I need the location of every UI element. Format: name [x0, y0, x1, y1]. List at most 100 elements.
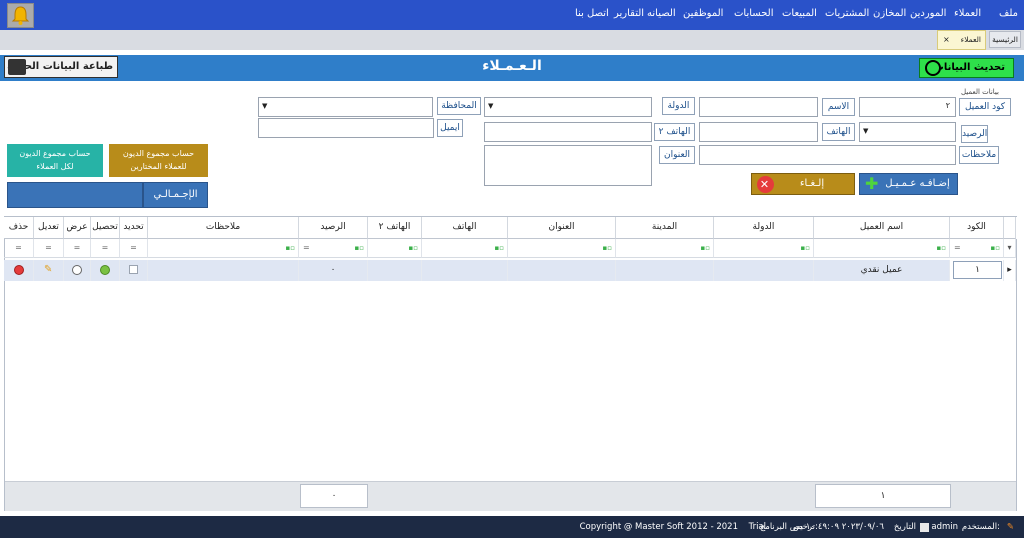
tab-bar [0, 30, 1024, 50]
row-collect-cell [91, 260, 120, 281]
row-code-cell[interactable]: ١ [950, 260, 1004, 281]
collect-icon[interactable] [100, 265, 110, 275]
row-city [616, 260, 714, 281]
menu-contact[interactable]: اتصل بنا [575, 8, 609, 19]
col-collect[interactable]: تحصيل [91, 217, 120, 239]
menu-sales[interactable]: المبيعات [782, 8, 817, 19]
page-title: الـعـمـلاء [482, 58, 542, 74]
filter-code[interactable]: = ▪▫ [950, 239, 1004, 258]
filter-icon: ▪▫ [408, 244, 419, 252]
refresh-clock-icon [925, 60, 941, 76]
close-circle-icon: ✕ [757, 176, 774, 193]
filter-balance[interactable]: = ▪▫ [299, 239, 368, 258]
status-bar: ✎ المستخدم: admin التاريخ ٢٠٢٣/٠٩/٠٦ ١٠:… [0, 516, 1024, 538]
grid-header-row: الكود اسم العميل الدولة المدينة العنوان … [4, 217, 1017, 239]
col-delete[interactable]: حذف [4, 217, 34, 239]
row-phone2 [368, 260, 422, 281]
notes-label: ملاحظات [959, 146, 999, 164]
col-address[interactable]: العنوان [508, 217, 616, 239]
print-button[interactable]: طباعة البيانات الحاليه [4, 56, 118, 78]
menu-purchases[interactable]: المشتريات [825, 8, 869, 19]
address-field[interactable] [484, 145, 652, 186]
filter-phone[interactable]: ▪▫ [422, 239, 508, 258]
menu-accounts[interactable]: الحسابات [734, 8, 774, 19]
all-customers-debt-button[interactable]: حساب مجموع الديون لكل العملاء [7, 144, 103, 177]
email-field[interactable] [258, 118, 434, 138]
filter-country[interactable]: ▪▫ [714, 239, 814, 258]
name-field[interactable] [699, 97, 818, 117]
email-label: ايميل [437, 119, 463, 137]
notes-field[interactable] [699, 145, 956, 165]
cancel-button[interactable]: ✕ إلـغـاء [751, 173, 855, 195]
filter-notes[interactable]: ▪▫ [148, 239, 299, 258]
col-edit[interactable]: تعديل [34, 217, 64, 239]
menu-stores[interactable]: المخازن [873, 8, 906, 19]
close-icon[interactable]: × [943, 31, 950, 49]
all-debt-line1: حساب مجموع الديون [19, 149, 91, 158]
date-label: التاريخ [893, 522, 916, 532]
menu-customers[interactable]: العملاء [954, 8, 981, 19]
filter-phone2[interactable]: ▪▫ [368, 239, 422, 258]
address-label: العنوان [659, 146, 695, 164]
row-phone [422, 260, 508, 281]
phone-combo[interactable]: ▼ [859, 122, 956, 142]
col-code[interactable]: الكود [950, 217, 1004, 239]
col-phone[interactable]: الهاتف [422, 217, 508, 239]
row-customer-name: عميل نقدي [814, 260, 950, 281]
filter-view[interactable]: = [64, 239, 91, 258]
col-select[interactable]: تحديد [120, 217, 148, 239]
filter-icon: ▪▫ [936, 244, 947, 252]
selected-customers-debt-button[interactable]: حساب مجموع الديون للعملاء المختارين [109, 144, 208, 177]
col-customer-name[interactable]: اسم العميل [814, 217, 950, 239]
table-row[interactable]: ▸ ١ عميل نقدي ٠ ✎ [4, 260, 1017, 281]
menu-reports[interactable]: التقارير [614, 8, 644, 19]
edit-pencil-icon[interactable]: ✎ [44, 260, 52, 280]
phone2-field[interactable] [484, 122, 652, 142]
balance-label: الرصيد [961, 125, 988, 143]
col-balance[interactable]: الرصيد [299, 217, 368, 239]
refresh-button[interactable]: تحديث البيانات [919, 58, 1014, 78]
calendar-icon [920, 523, 929, 532]
row-notes [148, 260, 299, 281]
col-view[interactable]: عرض [64, 217, 91, 239]
governorate-combo[interactable]: ▼ [258, 97, 433, 117]
filter-icon: ▪▫ [354, 244, 365, 252]
country-combo[interactable]: ▼ [484, 97, 652, 117]
menu-maintenance[interactable]: الصيانه [647, 8, 676, 19]
select-checkbox[interactable] [129, 265, 138, 274]
col-notes[interactable]: ملاحظات [148, 217, 299, 239]
phone-field[interactable] [699, 122, 818, 142]
printer-icon [8, 59, 26, 75]
total-button[interactable]: الإجـمـالـي [143, 182, 208, 208]
add-customer-button[interactable]: ✚ إضـافـه عـمـيـل [859, 173, 958, 195]
col-city[interactable]: المدينة [616, 217, 714, 239]
notifications-button[interactable] [7, 3, 34, 28]
view-eye-icon[interactable] [72, 265, 82, 275]
code-label: كود العميل [959, 98, 1011, 116]
filter-city[interactable]: ▪▫ [616, 239, 714, 258]
filter-collect[interactable]: = [91, 239, 120, 258]
chevron-down-icon: ▼ [863, 127, 869, 135]
code-value: ٢ [945, 101, 950, 110]
row-edit-cell: ✎ [34, 260, 64, 281]
row-delete-cell [4, 260, 34, 281]
col-country[interactable]: الدولة [714, 217, 814, 239]
code-combo[interactable]: ٢ [859, 97, 956, 117]
menu-suppliers[interactable]: الموردين [910, 8, 946, 19]
phone-label: الهاتف [822, 123, 855, 141]
filter-edit[interactable]: = [34, 239, 64, 258]
tab-home[interactable]: الرئيسية [989, 31, 1021, 48]
filter-address[interactable]: ▪▫ [508, 239, 616, 258]
filter-select[interactable]: = [120, 239, 148, 258]
filter-delete[interactable]: = [4, 239, 34, 258]
delete-icon[interactable] [14, 265, 24, 275]
menu-employees[interactable]: الموظفين [683, 8, 723, 19]
cancel-label: إلـغـاء [799, 178, 825, 189]
row-code-value[interactable]: ١ [953, 261, 1002, 279]
user-icon: ✎ [1006, 522, 1014, 532]
filter-customer-name[interactable]: ▪▫ [814, 239, 950, 258]
col-phone2[interactable]: الهاتف ٢ [368, 217, 422, 239]
menu-file[interactable]: ملف [999, 8, 1018, 19]
tab-customers[interactable]: × العملاء [937, 30, 986, 50]
row-country [714, 260, 814, 281]
